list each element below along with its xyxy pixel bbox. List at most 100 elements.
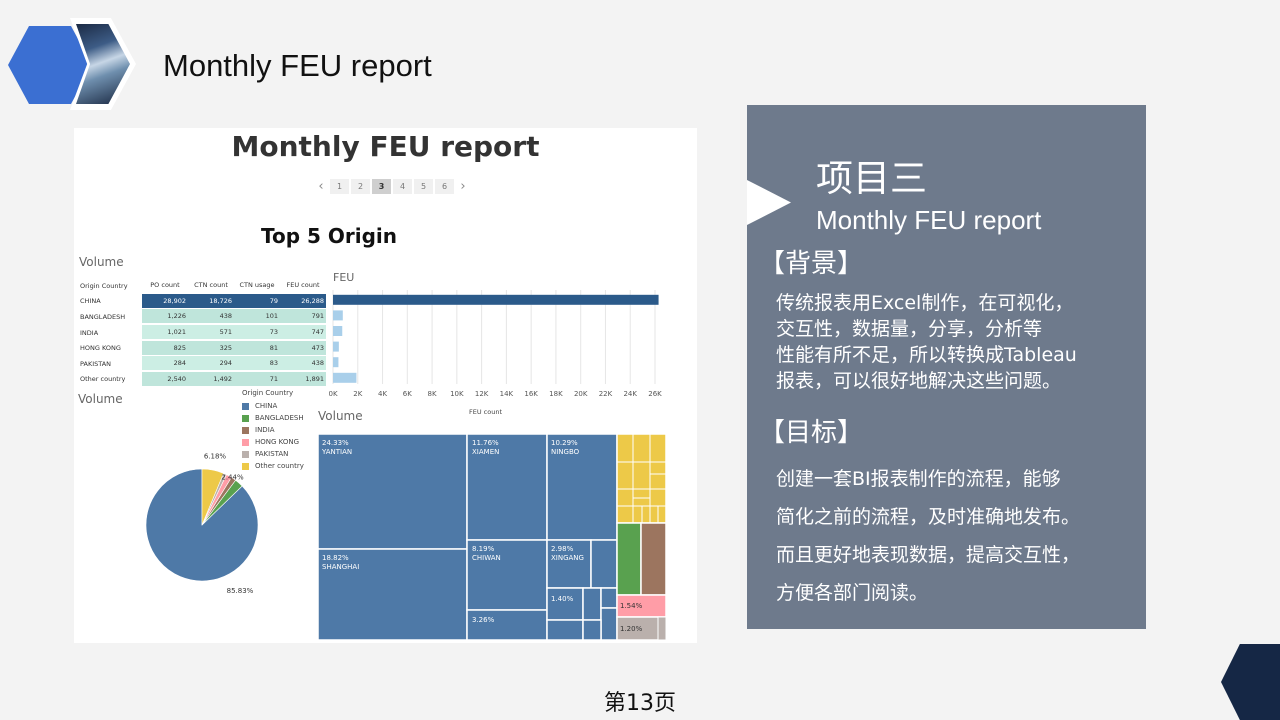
table-row[interactable]: Other country 2,540 1,492 71 1,891 [78,371,326,388]
legend-label: CHINA [255,402,278,410]
table-cell: INDIA [80,328,99,337]
table-row[interactable]: BANGLADESH 1,226 438 101 791 [78,309,326,325]
pager-page-1[interactable]: 1 [330,178,349,194]
column-header: PO count [150,281,180,290]
table-cell: 2,540 [142,371,188,387]
table-cell: 1,891 [280,371,326,387]
background-text: 传统报表用Excel制作，在可视化， 交互性，数据量，分享，分析等 性能有所不足… [776,290,1116,394]
bar-tick-label: 2K [353,390,362,398]
column-header: Origin Country [80,281,128,290]
table-row[interactable]: INDIA 1,021 571 73 747 [78,325,326,341]
table-cell: 325 [188,340,234,356]
treemap-label: YANTIAN [321,448,352,456]
table-cell: 438 [188,309,234,325]
treemap-tile[interactable] [600,607,618,640]
table-cell: Other country [80,375,126,384]
treemap-label: XINGANG [551,554,584,562]
background-line: 性能有所不足，所以转换成Tableau [776,344,1077,366]
pager-page-6[interactable]: 6 [435,178,454,194]
table-row[interactable]: PAKISTAN 284 294 83 438 [78,356,326,372]
bar-tick-label: 6K [403,390,412,398]
bar-hong-kong[interactable] [333,341,339,352]
bar-pakistan[interactable] [333,357,339,368]
table-cell: 438 [280,356,326,372]
dashboard-panel: Monthly FEU report ‹ 1 2 3 4 5 6 › Top 5… [74,128,697,643]
table-cell: 28,902 [142,293,188,309]
treemap-tile-india[interactable] [640,522,667,596]
table-cell: 81 [234,340,280,356]
treemap-tile-bangladesh[interactable] [616,522,642,596]
pager-prev-icon[interactable]: ‹ [314,179,328,194]
table-cell: 825 [142,340,188,356]
volume-label: Volume [318,409,363,423]
info-panel: 项目三 Monthly FEU report 【背景】 传统报表用Excel制作… [747,105,1146,629]
legend-item[interactable]: BANGLADESH [242,412,304,424]
table-cell: 1,492 [188,371,234,387]
treemap-tile[interactable] [582,587,602,621]
bar-chart-xlabel: FEU count [469,408,503,416]
legend-item[interactable]: CHINA [242,400,304,412]
table-cell: HONG KONG [80,344,121,353]
treemap-label: CHIWAN [472,554,501,562]
legend-title: Origin Country [242,389,294,397]
treemap-label: 2.98% [551,545,574,553]
treemap-tile[interactable] [546,619,584,640]
volume-label: Volume [78,392,123,406]
pie-label: 6.18% [204,452,227,460]
table-cell: 1,021 [142,325,188,341]
table-row[interactable]: CHINA 28,902 18,726 79 26,288 [78,293,326,310]
treemap-tile[interactable] [546,587,584,621]
treemap-label: XIAMEN [472,448,499,456]
table-cell: 26,288 [280,293,326,309]
bar-tick-label: 22K [599,390,613,398]
column-header: CTN count [194,281,228,290]
slide-title: Monthly FEU report [163,48,432,83]
table-cell: 71 [234,371,280,387]
pager-page-4[interactable]: 4 [393,178,412,194]
treemap-tile[interactable] [466,609,548,640]
bar-tick-label: 14K [500,390,514,398]
origin-table: Origin Country PO count CTN count CTN us… [78,278,326,387]
legend-swatch [242,402,249,410]
table-cell: BANGLADESH [80,312,126,321]
table-cell: 473 [280,340,326,356]
treemap-label: 8.19% [472,545,495,553]
background-line: 交互性，数据量，分享，分析等 [776,318,1043,340]
table-cell: 101 [234,309,280,325]
bar-india[interactable] [333,326,343,336]
bar-bangladesh[interactable] [333,310,343,321]
pager-page-2[interactable]: 2 [351,178,370,194]
treemap-tile[interactable] [600,587,618,609]
bar-other-country[interactable] [333,372,357,383]
treemap-tile[interactable] [582,619,602,640]
pie-label: 2.44% [221,473,244,481]
bar-china[interactable] [333,294,659,305]
table-cell: 294 [188,356,234,372]
treemap-label: 18.82% [322,554,349,562]
pager-next-icon[interactable]: › [456,179,470,194]
legend-label: BANGLADESH [255,414,304,422]
bar-tick-label: 24K [623,390,637,398]
bar-tick-label: 26K [648,390,662,398]
feu-bar-chart: 0K 2K 4K 6K 8K 10K 12K 14K 16K 18K 20K 22K 24K 26K [329,290,662,398]
treemap-tile[interactable] [590,539,618,589]
volume-pie-chart: 85.83% 2.44% 6.18% [145,452,259,595]
pie-label: 85.83% [227,587,254,595]
goal-line: 而且更好地表现数据，提高交互性， [776,544,1081,566]
treemap-label: SHANGHAI [322,563,359,571]
bar-chart-title: FEU [333,271,355,284]
goal-line: 创建一套BI报表制作的流程，能够 [776,468,1061,490]
panel-heading: 项目三 [816,157,927,200]
bar-tick-label: 10K [450,390,464,398]
table-row[interactable]: HONG KONG 825 325 81 473 [78,340,326,356]
pager: ‹ 1 2 3 4 5 6 › [314,178,470,194]
pager-page-3[interactable]: 3 [372,178,391,194]
treemap-label: 1.40% [551,595,574,603]
column-header: CTN usage [239,281,275,290]
table-cell: 79 [234,293,280,309]
goal-line: 方便各部门阅读。 [776,582,929,604]
treemap-label: 10.29% [551,439,578,447]
treemap-label: NINGBO [551,448,580,456]
treemap-label: 1.20% [620,625,643,633]
pager-page-5[interactable]: 5 [414,178,433,194]
